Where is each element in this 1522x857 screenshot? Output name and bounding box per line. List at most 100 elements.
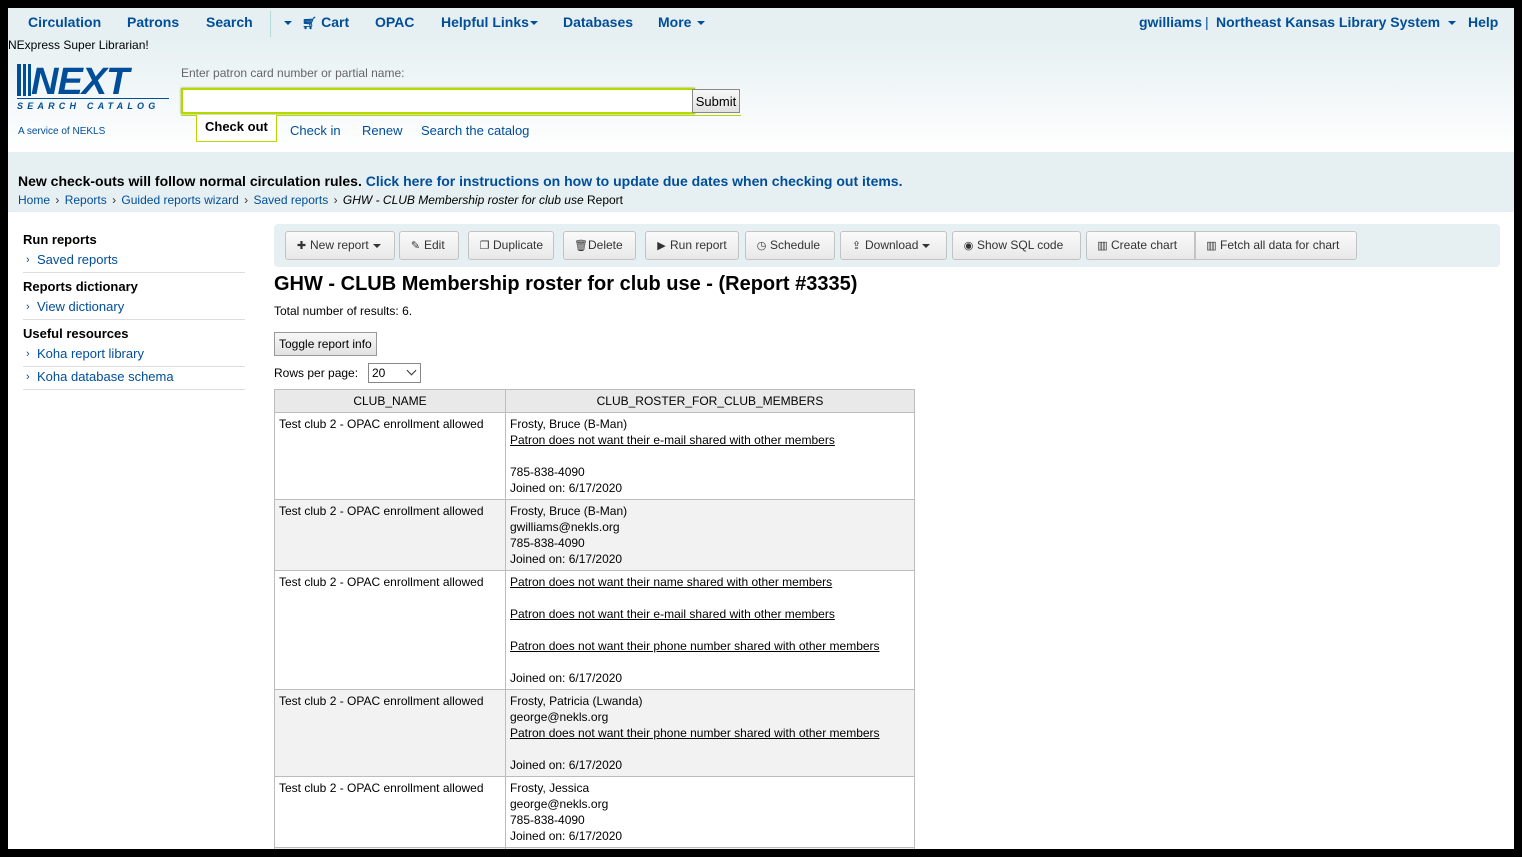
button-label: Run report xyxy=(670,238,727,252)
nav-help[interactable]: Help xyxy=(1468,14,1498,30)
club-roster-cell: Frosty, Patricia (Lwanda) george@nekls.or… xyxy=(505,689,915,777)
nav-cart[interactable]: 🛒︎ Cart xyxy=(302,14,349,30)
button-label: Duplicate xyxy=(493,238,544,252)
cart-icon: 🛒︎ xyxy=(302,16,318,30)
plus-icon: ✚ xyxy=(296,240,307,252)
roster-line: Joined on: 6/17/2020 xyxy=(510,829,623,843)
result-count-value: 6. xyxy=(402,304,413,318)
tab-renew[interactable]: Renew xyxy=(362,123,402,138)
breadcrumb-separator: › xyxy=(244,193,249,207)
club-roster-cell: Frosty, Edward (Eddie) xyxy=(505,847,915,849)
header: NExpress Super Librarian! NEXT SEARCH CA… xyxy=(8,38,1514,152)
table-row: Test club 2 - OPAC enrollment allowed Pat… xyxy=(274,570,915,690)
roster-line: 785-838-4090 xyxy=(510,465,585,479)
breadcrumb-separator: › xyxy=(55,193,60,207)
button-label: Edit xyxy=(424,238,445,252)
button-label: Schedule xyxy=(770,238,821,252)
duplicate-button[interactable]: ❐ Duplicate xyxy=(468,231,554,260)
sidebar-item-label: Koha report library xyxy=(37,346,144,361)
service-link[interactable]: A service of NEKLS xyxy=(18,126,105,137)
table-row: Test club 2 - OPAC enrollment allowedFro… xyxy=(274,776,915,848)
circulation-notice: New check-outs will follow normal circul… xyxy=(18,173,903,189)
notice-text: New check-outs will follow normal circul… xyxy=(18,173,362,189)
column-header-club-roster[interactable]: CLUB_ROSTER_FOR_CLUB_MEMBERS xyxy=(505,389,915,413)
rows-per-page-label: Rows per page: xyxy=(274,366,359,380)
chevron-right-icon: › xyxy=(26,371,30,383)
column-header-club-name[interactable]: CLUB_NAME xyxy=(274,389,506,413)
breadcrumb-guided-reports[interactable]: Guided reports wizard xyxy=(121,193,238,207)
next-logo[interactable]: NEXT SEARCH CATALOG xyxy=(17,62,172,112)
nav-helpful-links[interactable]: Helpful Links xyxy=(441,14,538,30)
clock-icon: ◷ xyxy=(756,240,767,252)
nav-library[interactable]: Northeast Kansas Library System xyxy=(1216,14,1457,30)
roster-line xyxy=(510,622,910,638)
roster-line xyxy=(510,741,910,757)
club-name-cell: Test club 2 - OPAC enrollment allowed xyxy=(274,412,506,500)
rows-per-page-select[interactable]: 20 xyxy=(368,363,421,383)
bar-chart-icon: ▥ xyxy=(1206,240,1217,252)
roster-line: Joined on: 6/17/2020 xyxy=(510,671,623,685)
breadcrumb-reports[interactable]: Reports xyxy=(65,193,107,207)
search-dropdown-toggle[interactable] xyxy=(280,14,292,30)
nav-user[interactable]: gwilliams xyxy=(1139,14,1202,30)
privacy-notice-line: Patron does not want their e-mail shared… xyxy=(510,433,835,447)
edit-button[interactable]: ✎ Edit xyxy=(399,231,459,260)
roster-line: george@nekls.org xyxy=(510,710,609,724)
nav-cart-label: Cart xyxy=(321,14,350,30)
roster-line xyxy=(510,654,910,670)
browser-viewport: Circulation Patrons Search 🛒︎ Cart OPAC … xyxy=(8,8,1514,849)
button-label: New report xyxy=(310,238,369,252)
breadcrumb-home[interactable]: Home xyxy=(18,193,50,207)
club-roster-cell: Frosty, Bruce (B-Man) Patron does not wan… xyxy=(505,412,915,500)
upload-icon: ⇪ xyxy=(851,240,862,252)
show-sql-button[interactable]: ◉ Show SQL code xyxy=(952,231,1081,260)
nav-circulation[interactable]: Circulation xyxy=(28,14,101,30)
nav-more-label: More xyxy=(658,14,692,30)
tab-search-catalog[interactable]: Search the catalog xyxy=(421,123,529,138)
notice-instructions-link[interactable]: Click here for instructions on how to up… xyxy=(366,173,903,189)
sidebar-item-koha-database-schema[interactable]: › Koha database schema xyxy=(23,367,245,390)
table-row: Test club 2 - OPAC enrollment allowedFro… xyxy=(274,689,915,777)
patron-search-input[interactable] xyxy=(186,90,690,112)
new-report-button[interactable]: ✚ New report xyxy=(285,231,395,260)
create-chart-button[interactable]: ▥ Create chart xyxy=(1086,231,1195,260)
club-name-cell: Test club 2 - OPAC enrollment allowed xyxy=(274,847,506,849)
breadcrumb-saved-reports[interactable]: Saved reports xyxy=(254,193,329,207)
nav-patrons[interactable]: Patrons xyxy=(127,14,179,30)
sidebar-heading-run-reports: Run reports xyxy=(23,232,97,247)
fetch-all-data-button[interactable]: ▥ Fetch all data for chart xyxy=(1195,231,1357,260)
play-icon: ▶ xyxy=(657,240,666,252)
table-row: Test club 2 - OPAC enrollment allowedFro… xyxy=(274,412,915,500)
caret-down-icon xyxy=(529,21,538,26)
sidebar-item-saved-reports[interactable]: › Saved reports xyxy=(23,250,245,273)
tab-checkout[interactable]: Check out xyxy=(196,115,277,142)
patron-submit-button[interactable]: Submit xyxy=(692,89,740,113)
sidebar-item-label: View dictionary xyxy=(37,299,125,314)
sidebar-heading-useful-resources: Useful resources xyxy=(23,326,129,341)
club-roster-cell: Frosty, Jessica george@nekls.org 785-838-4… xyxy=(505,776,915,848)
privacy-notice-line: Patron does not want their name shared w… xyxy=(510,575,833,589)
roster-line: 785-838-4090 xyxy=(510,813,585,827)
breadcrumb-separator: › xyxy=(333,193,338,207)
result-count: Total number of results: 6. xyxy=(274,304,412,318)
patron-search-input-wrapper xyxy=(181,88,695,114)
toggle-report-info-button[interactable]: Toggle report info xyxy=(274,332,377,356)
nav-opac[interactable]: OPAC xyxy=(375,14,414,30)
button-label: Create chart xyxy=(1111,238,1178,252)
table-body: Test club 2 - OPAC enrollment allowed Fro… xyxy=(274,412,915,849)
sidebar-item-view-dictionary[interactable]: › View dictionary xyxy=(23,297,245,320)
table-row: Test club 2 - OPAC enrollment allowedFro… xyxy=(274,499,915,571)
roster-line: Frosty, Jessica xyxy=(510,781,590,795)
schedule-button[interactable]: ◷ Schedule xyxy=(745,231,835,260)
sidebar-item-koha-report-library[interactable]: › Koha report library xyxy=(23,344,245,367)
nav-search[interactable]: Search xyxy=(206,14,253,30)
delete-button[interactable]: 🗑︎Delete xyxy=(563,231,636,260)
bar-chart-icon: ▥ xyxy=(1097,240,1108,252)
breadcrumb-current-suffix: Report xyxy=(586,193,624,207)
nav-more[interactable]: More xyxy=(658,14,706,30)
download-button[interactable]: ⇪ Download xyxy=(840,231,947,260)
sidebar-item-label: Saved reports xyxy=(37,252,118,267)
nav-databases[interactable]: Databases xyxy=(563,14,633,30)
tab-checkin[interactable]: Check in xyxy=(290,123,341,138)
run-report-button[interactable]: ▶ Run report xyxy=(645,231,739,260)
